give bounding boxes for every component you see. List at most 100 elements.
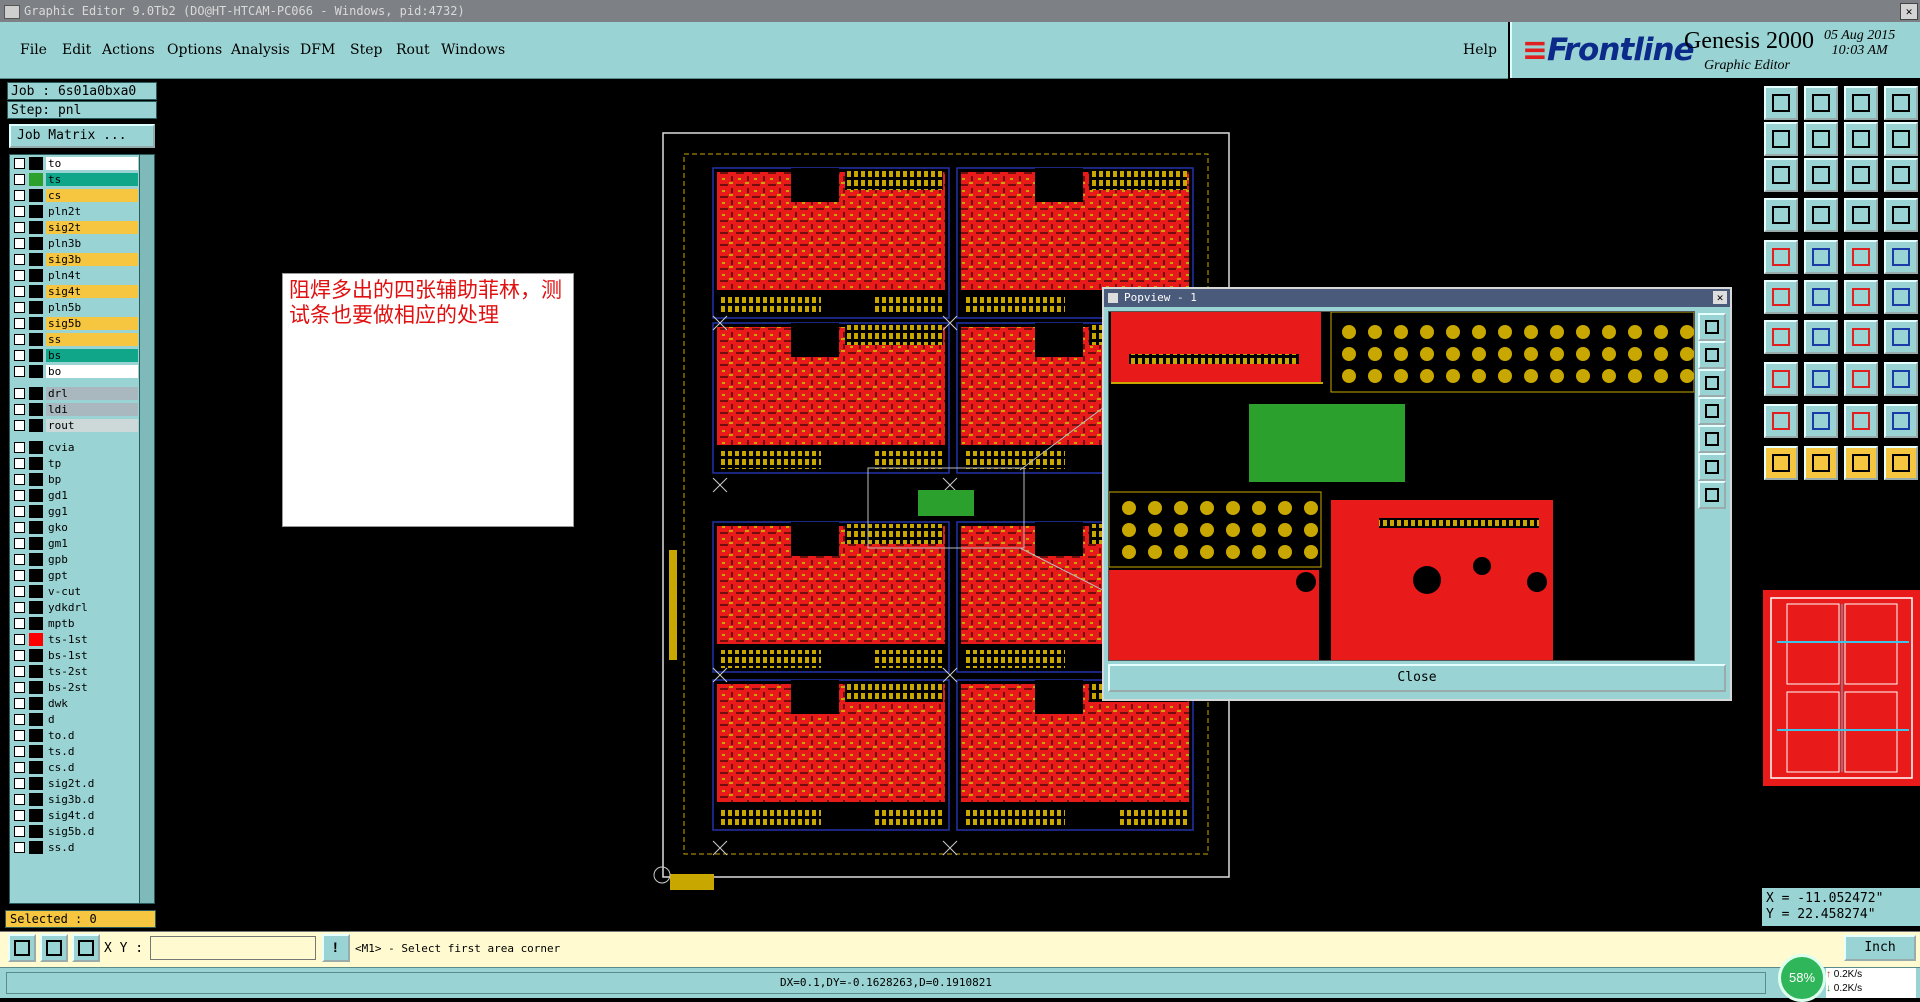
layer-row[interactable]: ss [12,333,138,346]
layer-name[interactable]: sig2t [46,221,138,234]
menu-windows[interactable]: Windows [441,42,505,58]
layer-name[interactable]: sig4t.d [46,809,138,822]
layer-row[interactable]: bp [12,473,138,486]
layer-checkbox[interactable] [14,666,25,677]
layer-row[interactable]: bs [12,349,138,362]
open-button[interactable] [1764,86,1798,120]
zoom-prev-button[interactable] [1764,122,1798,156]
layer-row[interactable]: drl [12,387,138,400]
xy-input[interactable] [150,936,316,960]
layer-checkbox[interactable] [14,270,25,281]
layer-color-swatch[interactable] [29,729,43,742]
layer-checkbox[interactable] [14,602,25,613]
layer-color-swatch[interactable] [29,649,43,662]
layer-row[interactable]: ts.d [12,745,138,758]
layer-name[interactable]: sig3b.d [46,793,138,806]
rotate-button[interactable] [1844,320,1878,354]
delete-button[interactable] [1804,280,1838,314]
layer-color-swatch[interactable] [29,809,43,822]
layer-row[interactable]: pln2t [12,205,138,218]
layer-color-swatch[interactable] [29,617,43,630]
layer-name[interactable]: to [46,157,138,170]
layer-checkbox[interactable] [14,158,25,169]
layer-color-swatch[interactable] [29,825,43,838]
layer-color-swatch[interactable] [29,333,43,346]
layer-row[interactable]: sig3b [12,253,138,266]
layer-color-swatch[interactable] [29,569,43,582]
layer-checkbox[interactable] [14,842,25,853]
layer-name[interactable]: drl [46,387,138,400]
network-meter[interactable]: 58% [1778,954,1826,1002]
select-button[interactable] [1764,240,1798,274]
layer-row[interactable]: ts [12,173,138,186]
layer-checkbox[interactable] [14,794,25,805]
layer-checkbox[interactable] [14,554,25,565]
scale-button[interactable] [1844,158,1878,192]
layer-name[interactable]: ts-1st [46,633,138,646]
layer-checkbox[interactable] [14,778,25,789]
layer-row[interactable]: ldi [12,403,138,416]
snap-mode-button[interactable] [8,934,36,962]
layer-color-swatch[interactable] [29,157,43,170]
layer-color-swatch[interactable] [29,221,43,234]
target-button[interactable] [1884,240,1918,274]
layer-color-swatch[interactable] [29,537,43,550]
layer-name[interactable]: v-cut [46,585,138,598]
layer-color-swatch[interactable] [29,601,43,614]
layer-row[interactable]: sig4t.d [12,809,138,822]
layer-list-scrollbar[interactable] [139,155,154,903]
line-button[interactable] [1764,320,1798,354]
layer-name[interactable]: bp [46,473,138,486]
layer-row[interactable]: dwk [12,697,138,710]
mini-map[interactable] [1763,590,1920,786]
layer-checkbox[interactable] [14,302,25,313]
arch-button[interactable] [1844,404,1878,438]
layer-checkbox[interactable] [14,634,25,645]
layer-color-swatch[interactable] [29,317,43,330]
popview-canvas[interactable] [1108,311,1695,661]
layer-checkbox[interactable] [14,538,25,549]
measure-mode-button[interactable] [40,934,68,962]
layer-color-swatch[interactable] [29,553,43,566]
layer-name[interactable]: to.d [46,729,138,742]
popview-fit-button[interactable] [1698,453,1726,481]
layer-checkbox[interactable] [14,458,25,469]
layer-name[interactable]: ydkdrl [46,601,138,614]
layer-name[interactable]: ss.d [46,841,138,854]
layer-row[interactable]: sig5b [12,317,138,330]
layer-checkbox[interactable] [14,714,25,725]
layer-checkbox[interactable] [14,650,25,661]
step-button[interactable] [1884,122,1918,156]
layer-name[interactable]: bs-1st [46,649,138,662]
layer-name[interactable]: bo [46,365,138,378]
layer-name[interactable]: sig4t [46,285,138,298]
layer-row[interactable]: sig2t.d [12,777,138,790]
pointer-button[interactable] [1764,446,1798,480]
layer-color-swatch[interactable] [29,761,43,774]
layer-name[interactable]: pln5b [46,301,138,314]
layer-row[interactable]: to.d [12,729,138,742]
layer-name[interactable]: dwk [46,697,138,710]
pointer-add-button[interactable] [1804,446,1838,480]
layer-row[interactable]: gko [12,521,138,534]
popview-pan-right-button[interactable] [1698,425,1726,453]
layer-row[interactable]: gd1 [12,489,138,502]
arc-button[interactable] [1804,320,1838,354]
layer-color-swatch[interactable] [29,457,43,470]
crop-button[interactable] [1804,240,1838,274]
layer-color-swatch[interactable] [29,665,43,678]
layer-color-swatch[interactable] [29,489,43,502]
layer-name[interactable]: ts.d [46,745,138,758]
layer-checkbox[interactable] [14,420,25,431]
snap-button[interactable] [1764,198,1798,232]
layer-row[interactable]: gm1 [12,537,138,550]
window-close-button[interactable]: ✕ [1900,3,1918,20]
layer-checkbox[interactable] [14,366,25,377]
layer-color-swatch[interactable] [29,205,43,218]
layer-checkbox[interactable] [14,206,25,217]
layer-color-swatch[interactable] [29,387,43,400]
layer-name[interactable]: mptb [46,617,138,630]
layer-name[interactable]: pln4t [46,269,138,282]
layer-row[interactable]: gg1 [12,505,138,518]
grid-button[interactable] [1804,198,1838,232]
